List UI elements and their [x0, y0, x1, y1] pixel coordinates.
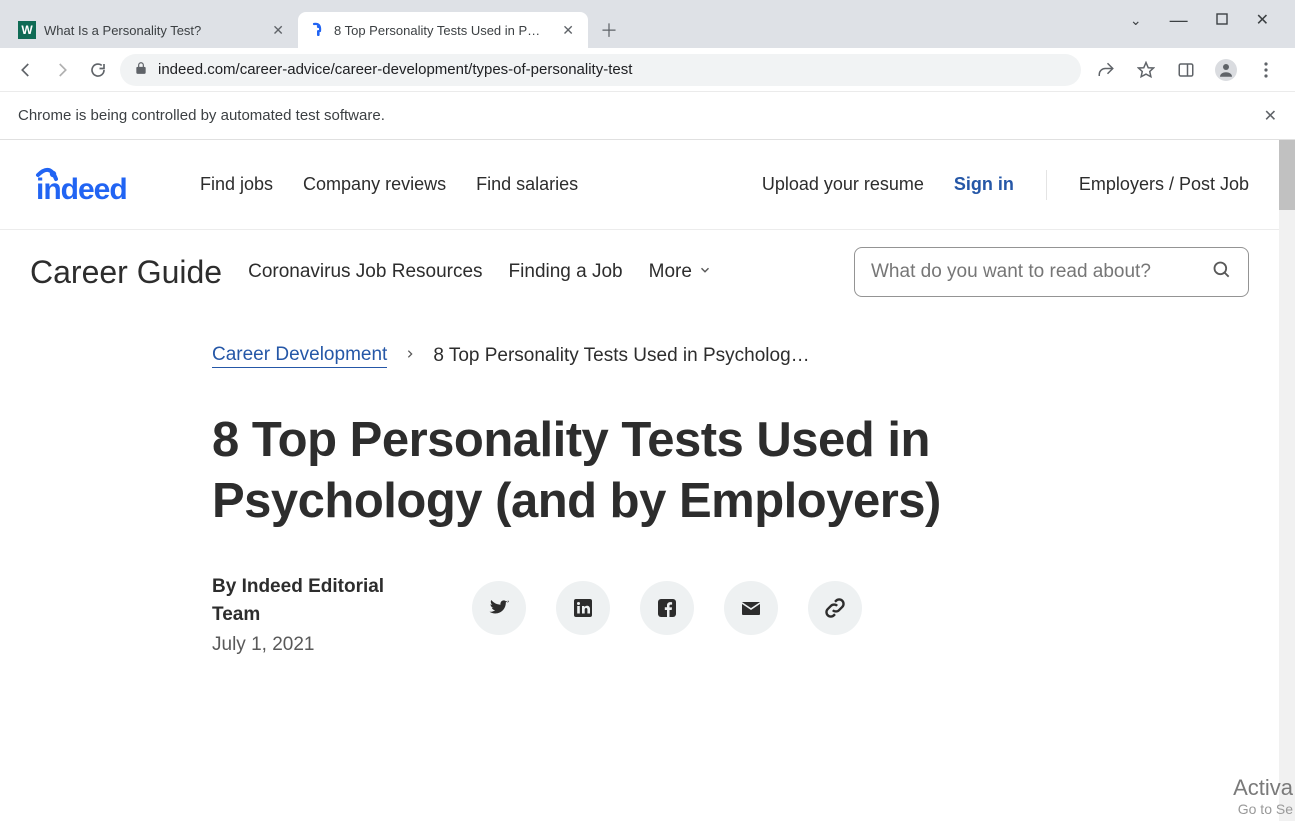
- side-panel-icon[interactable]: [1175, 59, 1197, 81]
- close-window-icon[interactable]: ✕: [1256, 10, 1269, 30]
- browser-toolbar: indeed.com/career-advice/career-developm…: [0, 48, 1295, 92]
- search-placeholder: What do you want to read about?: [871, 261, 1151, 283]
- toolbar-right: [1089, 59, 1283, 81]
- share-linkedin-icon[interactable]: [556, 581, 610, 635]
- minimize-icon[interactable]: —: [1170, 10, 1188, 31]
- forward-button[interactable]: [48, 56, 76, 84]
- back-button[interactable]: [12, 56, 40, 84]
- nav-company-reviews[interactable]: Company reviews: [303, 174, 446, 195]
- page-content: indeed Find jobs Company reviews Find sa…: [0, 140, 1279, 821]
- indeed-logo[interactable]: indeed: [30, 165, 170, 205]
- publish-date: July 1, 2021: [212, 634, 412, 656]
- svg-text:W: W: [21, 23, 33, 37]
- browser-tab-2[interactable]: 8 Top Personality Tests Used in P… ✕: [298, 12, 588, 48]
- nav-find-salaries[interactable]: Find salaries: [476, 174, 578, 195]
- reload-button[interactable]: [84, 56, 112, 84]
- infobar-message: Chrome is being controlled by automated …: [18, 107, 385, 124]
- article-meta: By Indeed Editorial Team July 1, 2021: [212, 573, 1072, 656]
- bookmark-star-icon[interactable]: [1135, 59, 1157, 81]
- header-right-nav: Upload your resume Sign in Employers / P…: [762, 170, 1249, 200]
- viewport: indeed Find jobs Company reviews Find sa…: [0, 140, 1295, 821]
- share-facebook-icon[interactable]: [640, 581, 694, 635]
- svg-text:indeed: indeed: [36, 173, 127, 205]
- nav-find-jobs[interactable]: Find jobs: [200, 174, 273, 195]
- nav-sign-in[interactable]: Sign in: [954, 174, 1014, 195]
- scrollbar-thumb[interactable]: [1279, 140, 1295, 210]
- share-twitter-icon[interactable]: [472, 581, 526, 635]
- share-link-icon[interactable]: [808, 581, 862, 635]
- favicon-indeed: [308, 21, 326, 39]
- nav-upload-resume[interactable]: Upload your resume: [762, 174, 924, 195]
- author: By Indeed Editorial Team: [212, 573, 412, 630]
- url-text: indeed.com/career-advice/career-developm…: [158, 61, 632, 78]
- main-nav: Find jobs Company reviews Find salaries: [200, 174, 578, 195]
- address-bar[interactable]: indeed.com/career-advice/career-developm…: [120, 54, 1081, 86]
- tab-close-icon[interactable]: ✕: [268, 20, 288, 41]
- tab-title: 8 Top Personality Tests Used in P…: [334, 23, 550, 38]
- subheader-links: Coronavirus Job Resources Finding a Job …: [248, 261, 712, 283]
- link-finding-job[interactable]: Finding a Job: [509, 261, 623, 283]
- share-email-icon[interactable]: [724, 581, 778, 635]
- maximize-icon[interactable]: [1216, 12, 1228, 28]
- scrollbar-track[interactable]: [1279, 140, 1295, 821]
- link-coronavirus[interactable]: Coronavirus Job Resources: [248, 261, 482, 283]
- automation-infobar: Chrome is being controlled by automated …: [0, 92, 1295, 140]
- search-icon[interactable]: [1212, 260, 1232, 285]
- breadcrumb-current: 8 Top Personality Tests Used in Psycholo…: [433, 345, 809, 367]
- chevron-right-icon: [405, 347, 415, 365]
- site-header: indeed Find jobs Company reviews Find sa…: [0, 140, 1279, 230]
- window-controls: ⌄ — ✕: [1130, 0, 1295, 40]
- tab-search-icon[interactable]: ⌄: [1130, 12, 1142, 29]
- subheader-title[interactable]: Career Guide: [30, 254, 222, 291]
- lock-icon: [134, 61, 148, 78]
- infobar-close-icon[interactable]: ✕: [1264, 106, 1277, 126]
- kebab-menu-icon[interactable]: [1255, 59, 1277, 81]
- tab-title: What Is a Personality Test?: [44, 23, 260, 38]
- article-title: 8 Top Personality Tests Used in Psycholo…: [212, 410, 1072, 533]
- breadcrumb: Career Development 8 Top Personality Tes…: [212, 344, 1072, 368]
- share-icon[interactable]: [1095, 59, 1117, 81]
- sub-header: Career Guide Coronavirus Job Resources F…: [0, 230, 1279, 314]
- byline: By Indeed Editorial Team July 1, 2021: [212, 573, 412, 656]
- chevron-down-icon: [698, 261, 712, 283]
- new-tab-button[interactable]: ＋: [594, 15, 624, 45]
- browser-tab-1[interactable]: W What Is a Personality Test? ✕: [8, 12, 298, 48]
- share-row: [472, 581, 862, 635]
- browser-tabstrip: W What Is a Personality Test? ✕ 8 Top Pe…: [0, 0, 1295, 48]
- link-more[interactable]: More: [649, 261, 712, 283]
- profile-avatar-icon[interactable]: [1215, 59, 1237, 81]
- search-input[interactable]: What do you want to read about?: [854, 247, 1249, 297]
- favicon-verywell: W: [18, 21, 36, 39]
- nav-employers[interactable]: Employers / Post Job: [1079, 174, 1249, 195]
- breadcrumb-parent[interactable]: Career Development: [212, 344, 387, 368]
- nav-divider: [1046, 170, 1047, 200]
- tab-close-icon[interactable]: ✕: [558, 20, 578, 41]
- article: Career Development 8 Top Personality Tes…: [212, 344, 1072, 656]
